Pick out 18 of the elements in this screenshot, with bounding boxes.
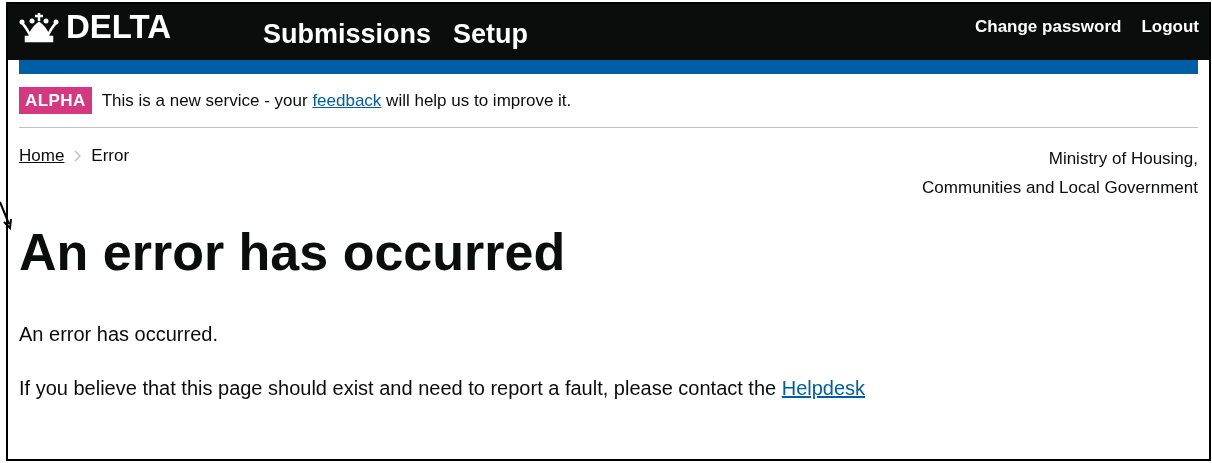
organisation-name: Communities and Local Government xyxy=(922,177,1198,199)
account-link[interactable]: Change password xyxy=(975,14,1122,40)
breadcrumb-current: Error xyxy=(91,145,130,168)
error-message: An error has occurred. xyxy=(19,322,219,347)
organisation-name: Ministry of Housing, xyxy=(1048,148,1198,170)
breadcrumb-link[interactable]: Home xyxy=(19,143,65,169)
phase-banner-text: This is a new service - your feedback will help us to improve it. xyxy=(101,89,572,112)
contact-text: If you believe that this page should exist and need to report a fault, please contact the Helpdesk xyxy=(19,376,867,401)
feedback-link[interactable]: feedback xyxy=(312,90,382,110)
account-link[interactable]: Logout xyxy=(1141,14,1199,40)
helpdesk-link[interactable]: Helpdesk xyxy=(781,377,866,399)
page-heading: An error has occurred xyxy=(19,222,567,283)
nav-link[interactable]: Submissions xyxy=(263,14,432,55)
phase-tag: ALPHA xyxy=(19,86,92,115)
nav-link[interactable]: Setup xyxy=(453,14,529,55)
logo-link[interactable]: DELTA xyxy=(66,10,172,43)
crown-icon xyxy=(18,10,60,43)
chevron-icon xyxy=(74,150,82,162)
